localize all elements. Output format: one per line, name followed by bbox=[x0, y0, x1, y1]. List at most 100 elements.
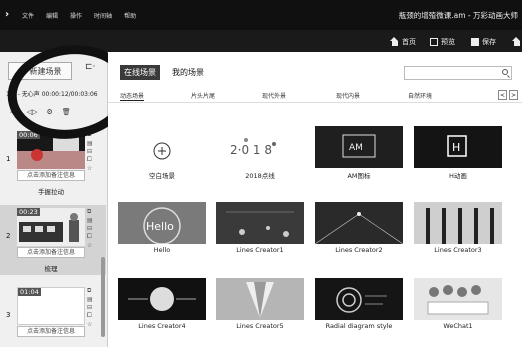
search-input[interactable] bbox=[404, 66, 512, 80]
scene-template[interactable]: Radial diagram style bbox=[315, 278, 403, 334]
scene-template[interactable]: Lines Creator2 bbox=[315, 202, 403, 258]
scene-library: 在线场景 我的场景 动态场景 片头片尾 现代外景 现代内景 自然环境 < > 空… bbox=[108, 52, 522, 347]
scene-template[interactable]: Lines Creator4 bbox=[118, 278, 206, 334]
category-dynamic[interactable]: 动态场景 bbox=[120, 91, 145, 101]
template-label: WeChat1 bbox=[443, 322, 473, 330]
scene-note-input[interactable]: 点击添加备注信息 bbox=[17, 170, 85, 181]
svg-text:Hello: Hello bbox=[146, 220, 174, 233]
document-title: 瓶颈的增殖微课.am - 万彩动画大师 bbox=[398, 11, 518, 20]
tab-online-scenes[interactable]: 在线场景 bbox=[120, 65, 160, 80]
template-label: Hello bbox=[153, 246, 171, 254]
menu-help[interactable]: 帮助 bbox=[124, 11, 136, 20]
menu-timeline[interactable]: 时间轴 bbox=[94, 11, 112, 20]
template-thumbnail bbox=[118, 126, 206, 168]
scene-duration: 01:04 bbox=[18, 288, 41, 296]
copy-icon[interactable]: ⧉ bbox=[87, 208, 93, 216]
category-bar: 动态场景 片头片尾 现代外景 现代内景 自然环境 < > bbox=[108, 87, 522, 103]
template-label: Lines Creator1 bbox=[236, 246, 284, 254]
home-icon bbox=[390, 37, 399, 46]
scene-name: 手握拉动 bbox=[38, 188, 64, 196]
template-label: AM图标 bbox=[347, 172, 371, 180]
menu-file[interactable]: 文件 bbox=[22, 11, 34, 20]
scene-template[interactable]: H H动画 bbox=[414, 126, 502, 182]
template-thumbnail bbox=[315, 278, 403, 320]
chevron-right-icon[interactable]: > bbox=[509, 90, 518, 100]
star-icon[interactable]: ☆ bbox=[87, 165, 93, 172]
scene-template[interactable]: Lines Creator3 bbox=[414, 202, 502, 258]
chevron-left-icon[interactable]: < bbox=[498, 90, 507, 100]
scene-note-input[interactable]: 点击添加备注信息 bbox=[17, 326, 85, 337]
app-logo-icon: › bbox=[5, 9, 10, 20]
template-thumbnail: H bbox=[414, 126, 502, 168]
scene-side-tools: ⧉ ▤ ⊟ ⧠ ☆ bbox=[87, 208, 93, 249]
template-thumbnail bbox=[118, 278, 206, 320]
category-nature[interactable]: 自然环境 bbox=[408, 91, 432, 100]
template-label: 2018点线 bbox=[245, 172, 275, 180]
upload-icon bbox=[512, 37, 521, 46]
save-label: 保存 bbox=[482, 37, 496, 46]
star-icon[interactable]: ☆ bbox=[87, 321, 93, 328]
move-icon[interactable]: ⧠ bbox=[87, 156, 93, 164]
template-thumbnail: AM bbox=[315, 126, 403, 168]
template-thumbnail bbox=[414, 202, 502, 244]
upload-button[interactable] bbox=[512, 34, 521, 49]
title-bar: › 文件 编辑 操作 时间轴 帮助 瓶颈的增殖微课.am - 万彩动画大师 bbox=[0, 0, 522, 30]
preview-button[interactable]: 预览 bbox=[430, 34, 455, 49]
scene-duration: 00:23 bbox=[17, 208, 40, 216]
scene-side-tools: ⧉ ▤ ⊟ ⧠ ☆ bbox=[87, 287, 93, 328]
preview-icon bbox=[430, 37, 438, 46]
scene-template[interactable]: WeChat1 bbox=[414, 278, 502, 334]
scene-thumbnail[interactable]: 00:23 bbox=[17, 208, 85, 246]
scene-number: 3 bbox=[6, 311, 11, 319]
scene-scrollbar[interactable] bbox=[101, 257, 105, 337]
scene-note-input[interactable]: 点击添加备注信息 bbox=[17, 247, 85, 258]
category-intro-outro[interactable]: 片头片尾 bbox=[191, 91, 215, 100]
scene-number: 1 bbox=[6, 155, 11, 163]
move-icon[interactable]: ⧠ bbox=[87, 233, 93, 241]
scene-template[interactable]: Lines Creator1 bbox=[216, 202, 304, 258]
scene-template[interactable]: Lines Creator5 bbox=[216, 278, 304, 334]
delete-icon[interactable]: ▤ bbox=[87, 217, 93, 224]
category-pager: < > bbox=[498, 90, 518, 100]
scene-name: 梳理 bbox=[44, 265, 58, 273]
scene-template[interactable]: Hello Hello bbox=[118, 202, 206, 258]
save-icon bbox=[471, 37, 479, 46]
tab-my-scenes[interactable]: 我的场景 bbox=[168, 65, 208, 80]
template-label: Radial diagram style bbox=[325, 322, 393, 330]
scene-template[interactable]: 2·0 1 8 2018点线 bbox=[216, 126, 304, 182]
delete-icon[interactable]: ▤ bbox=[87, 296, 93, 303]
search-icon[interactable] bbox=[502, 69, 508, 75]
scene-thumbnail[interactable]: 01:04 bbox=[17, 287, 85, 325]
home-label: 首页 bbox=[402, 37, 416, 46]
template-thumbnail: Hello bbox=[118, 202, 206, 244]
scene-template[interactable]: AM AM图标 bbox=[315, 126, 403, 182]
template-thumbnail bbox=[216, 202, 304, 244]
scene-item[interactable]: 2 00:23 ⧉ ▤ ⊟ ⧠ ☆ 点击添加备注信息 梳理 bbox=[0, 205, 106, 275]
menu-bar: 文件 编辑 操作 时间轴 帮助 bbox=[22, 11, 136, 20]
lock-icon[interactable]: ⊟ bbox=[87, 225, 93, 232]
scene-item[interactable]: 3 01:04 ⧉ ▤ ⊟ ⧠ ☆ 点击添加备注信息 bbox=[0, 284, 106, 347]
svg-text:H: H bbox=[452, 141, 460, 154]
preview-label: 预览 bbox=[441, 37, 455, 46]
template-label: Lines Creator5 bbox=[236, 322, 284, 330]
save-button[interactable]: 保存 bbox=[471, 34, 496, 49]
category-modern-indoor[interactable]: 现代内景 bbox=[336, 91, 360, 100]
template-thumbnail: 2·0 1 8 bbox=[216, 126, 304, 168]
menu-operate[interactable]: 操作 bbox=[70, 11, 82, 20]
template-label: Lines Creator4 bbox=[138, 322, 186, 330]
star-icon[interactable]: ☆ bbox=[87, 242, 93, 249]
category-modern-outdoor[interactable]: 现代外景 bbox=[262, 91, 286, 100]
scene-template[interactable]: 空白场景 bbox=[118, 126, 206, 182]
template-thumbnail bbox=[216, 278, 304, 320]
template-thumbnail bbox=[414, 278, 502, 320]
template-label: H动画 bbox=[449, 172, 467, 180]
home-button[interactable]: 首页 bbox=[390, 34, 416, 49]
template-label: 空白场景 bbox=[149, 172, 175, 180]
library-tabs: 在线场景 我的场景 bbox=[120, 65, 208, 80]
move-icon[interactable]: ⧠ bbox=[87, 312, 93, 320]
template-thumbnail bbox=[315, 202, 403, 244]
svg-text:2·0 1 8: 2·0 1 8 bbox=[230, 143, 272, 157]
lock-icon[interactable]: ⊟ bbox=[87, 304, 93, 311]
copy-icon[interactable]: ⧉ bbox=[87, 287, 93, 295]
menu-edit[interactable]: 编辑 bbox=[46, 11, 58, 20]
